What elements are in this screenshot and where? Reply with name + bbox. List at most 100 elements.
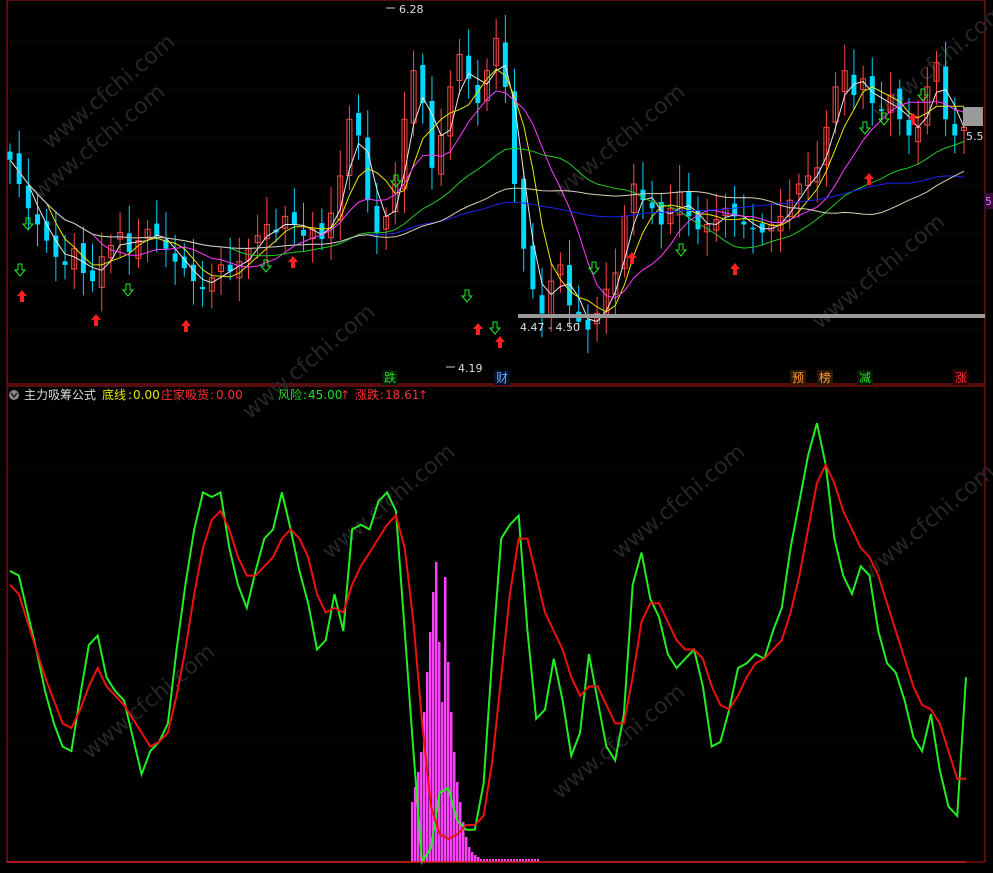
buy-arrow-icon — [627, 252, 637, 264]
candle-body — [7, 151, 13, 160]
high-marker: 6.28 — [386, 3, 424, 16]
histogram-bar — [471, 852, 474, 862]
field-baseline-value: 0.00 — [133, 388, 160, 402]
buy-arrow-icon — [91, 314, 101, 326]
field-risk-value: 45.00 — [308, 388, 342, 402]
candle-body — [750, 227, 756, 230]
right-cut-label: 5.5 — [966, 130, 984, 143]
candle-body — [539, 295, 545, 314]
candle-body — [172, 253, 178, 262]
field-risk-arrow: ↑ — [340, 388, 350, 402]
event-tag[interactable]: 跌 — [382, 370, 398, 385]
candle-body — [301, 229, 307, 236]
svg-text:预: 预 — [792, 371, 804, 385]
indicator-header: 主力吸筹公式 底线 : 0.00 庄家吸货 : 0.00 风险 : 45.00 … — [9, 387, 428, 402]
indicator-line — [9, 462, 966, 841]
field-change-value: 18.61 — [385, 388, 419, 402]
indicator-lines — [9, 422, 967, 866]
histogram-bar — [414, 787, 417, 862]
event-tag[interactable]: 涨 — [953, 370, 969, 385]
candle-body — [741, 221, 747, 225]
right-edge-label: 5 — [985, 195, 992, 208]
candle-body — [658, 202, 664, 225]
histogram-bar — [444, 577, 447, 862]
sell-arrow-icon — [13, 263, 27, 277]
indicator-panel-frame — [6, 385, 986, 863]
buy-arrow-icon — [288, 256, 298, 268]
svg-text:财: 财 — [496, 371, 508, 385]
field-risk-label: 风险 — [278, 387, 302, 402]
sell-arrow-icon — [587, 261, 601, 275]
candle-body — [567, 265, 573, 306]
field-baseline-colon: : — [128, 388, 132, 402]
indicator-line — [9, 422, 967, 866]
watermark-text: www.cfchi.com — [318, 439, 460, 564]
candle-body — [649, 202, 655, 209]
watermark-text: www.cfchi.com — [608, 439, 750, 564]
histogram-bar — [411, 802, 414, 862]
candle-body — [906, 119, 912, 136]
field-dealer-value: 0.00 — [216, 388, 243, 402]
field-change-arrow: ↑ — [418, 388, 428, 402]
buy-arrow-icon — [473, 323, 483, 335]
candle-body — [16, 153, 22, 184]
candle-body — [35, 214, 41, 225]
field-risk-colon: : — [303, 388, 307, 402]
histogram-bar — [465, 837, 468, 862]
candle-body — [181, 256, 187, 269]
histogram-bar — [468, 847, 471, 862]
histogram-bar — [441, 702, 444, 862]
sell-arrow-icon — [674, 243, 688, 257]
buy-arrow-icon — [495, 336, 505, 348]
candle-body — [200, 286, 206, 290]
candle-body — [62, 261, 68, 265]
candle-body — [90, 270, 96, 282]
candle-body — [356, 112, 362, 136]
event-tag[interactable]: 预 — [790, 370, 806, 385]
sell-arrow-icon — [121, 283, 135, 297]
buy-arrow-icon — [17, 290, 27, 302]
field-change-colon: : — [380, 388, 384, 402]
event-tag[interactable]: 财 — [494, 370, 510, 385]
svg-text:跌: 跌 — [384, 370, 396, 385]
candle-body — [466, 55, 472, 79]
event-tag[interactable]: 榜 — [817, 370, 833, 385]
histogram-bar — [450, 712, 453, 862]
watermark-text: www.cfchi.com — [858, 459, 993, 584]
sell-arrow-icon — [460, 289, 474, 303]
chart-canvas: www.cfchi.com www.cfchi.com www.cfchi.com w… — [6, 0, 993, 866]
buy-arrow-icon — [181, 320, 191, 332]
low-marker: 4.19 — [446, 362, 483, 375]
field-dealer-colon: : — [210, 388, 214, 402]
watermark-text: www.cfchi.com — [238, 299, 380, 424]
event-tag[interactable]: 减 — [857, 370, 873, 385]
low-label: 4.19 — [458, 362, 483, 375]
buy-arrow-icon — [730, 263, 740, 275]
watermark-text: www.cfchi.com — [868, 0, 993, 125]
range-label: 4.47 - 4.50 — [520, 321, 580, 334]
sell-arrow-icon — [488, 321, 502, 335]
candle-body — [878, 109, 884, 112]
watermark-text: www.cfchi.com — [548, 79, 690, 204]
candle-body — [530, 245, 536, 290]
candle-body — [585, 319, 591, 330]
field-baseline-label: 底线 — [102, 387, 126, 402]
candle-body — [154, 223, 160, 236]
right-price-box — [963, 107, 983, 126]
candle-body — [952, 124, 958, 136]
range-band — [518, 314, 985, 318]
field-change-label: 涨跌 — [355, 387, 379, 402]
candle-body — [190, 264, 196, 282]
candle-body — [686, 191, 692, 217]
moving-average-line — [9, 90, 965, 299]
buy-arrow-icon — [864, 173, 874, 185]
candle-body — [374, 205, 380, 233]
stock-chart-window: www.cfchi.com www.cfchi.com www.cfchi.com w… — [0, 0, 993, 869]
collapse-icon[interactable] — [9, 390, 19, 400]
indicator-name: 主力吸筹公式 — [24, 388, 96, 402]
indicator-histogram — [411, 562, 539, 862]
sell-arrow-icon — [858, 121, 872, 135]
candle-body — [291, 212, 297, 225]
svg-text:减: 减 — [859, 371, 871, 385]
field-dealer-label: 庄家吸货 — [161, 387, 209, 402]
